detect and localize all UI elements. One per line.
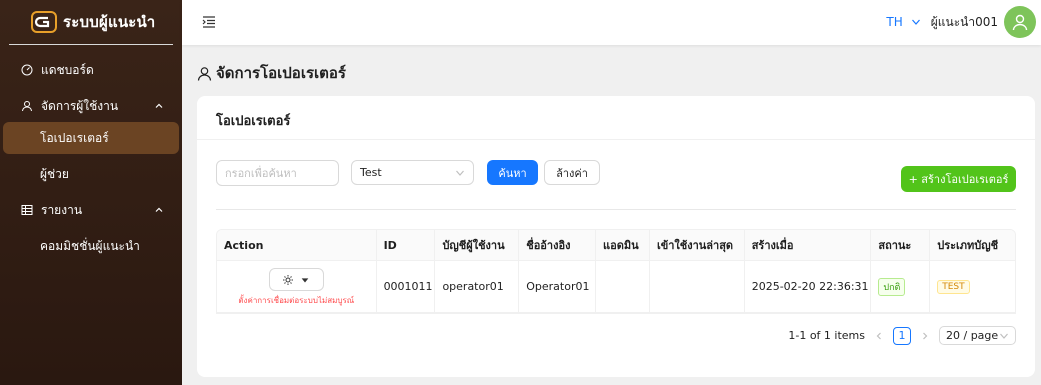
sidebar: ระบบผู้แนะนำ แดชบอร์ด จัดการผู้ใช้งาน โอ… [0,0,182,385]
chevron-up-icon [155,207,163,212]
select-value: Test [360,166,382,179]
account-type-badge: TEST [937,279,970,294]
create-operator-button[interactable]: + สร้างโอเปอเรเตอร์ [901,166,1016,192]
avatar[interactable] [1004,6,1036,38]
table-icon [20,203,34,217]
sidebar-item-assistants[interactable]: ผู้ช่วย [0,158,182,190]
column-header: บัญชีผู้ใช้งาน [435,230,520,260]
operators-table: Action ID บัญชีผู้ใช้งาน ชื่ออ้างอิง แอด… [216,229,1016,314]
account-type-select[interactable]: Test [351,160,474,185]
user-avatar-icon [1012,14,1028,31]
column-header: สถานะ [871,230,931,260]
search-button[interactable]: ค้นหา [487,160,538,185]
divider [216,209,1016,210]
user-icon [20,99,34,113]
sidebar-item-operators[interactable]: โอเปอเรเตอร์ [3,122,179,154]
page-size-value: 20 / page [946,329,999,342]
cell-account: operator01 [435,261,520,312]
menu-fold-icon[interactable] [202,15,216,29]
clear-button[interactable]: ล้างค่า [544,160,600,185]
chevron-down-icon [1000,333,1008,339]
top-header: TH ผู้แนะนำ001 [182,0,1041,45]
sidebar-item-label: ผู้ช่วย [40,166,69,181]
column-header: เข้าใช้งานล่าสุด [650,230,745,260]
page-number-current[interactable]: 1 [893,326,911,345]
column-header: แอดมิน [596,230,650,260]
cell-ref-name: Operator01 [519,261,597,312]
table-row: ตั้งค่าการเชื่อมต่อระบบไม่สมบูรณ์ 000101… [217,261,1015,313]
pagination: 1-1 of 1 items 1 20 / page [788,326,1016,345]
sidebar-item-label: รายงาน [41,202,83,217]
sidebar-item-dashboard[interactable]: แดชบอร์ด [0,54,182,86]
column-header: Action [217,230,377,260]
sidebar-item-label: โอเปอเรเตอร์ [40,130,109,145]
search-input[interactable]: กรอกเพื่อค้นหา [216,160,339,186]
language-selector[interactable]: TH [886,15,902,29]
gear-icon [283,274,294,285]
sidebar-item-reports[interactable]: รายงาน [0,194,182,226]
cell-created: 2025-02-20 22:36:31 [745,261,872,312]
chevron-down-icon [456,170,464,176]
brand: ระบบผู้แนะนำ [9,0,173,45]
caret-down-icon [301,277,309,282]
action-cell: ตั้งค่าการเชื่อมต่อระบบไม่สมบูรณ์ [217,261,377,312]
card-title: โอเปอเรเตอร์ [197,96,1035,140]
chevron-down-icon[interactable] [911,17,921,27]
cell-id: 0001011 [377,261,436,312]
row-action-dropdown-button[interactable] [268,268,324,291]
sidebar-item-label: คอมมิชชั่นผู้แนะนำ [40,238,140,253]
sidebar-item-commission[interactable]: คอมมิชชั่นผู้แนะนำ [0,230,182,262]
page-size-select[interactable]: 20 / page [939,326,1016,345]
cell-status: ปกติ [871,261,931,312]
page-title-text: จัดการโอเปอเรเตอร์ [216,64,346,82]
username[interactable]: ผู้แนะนำ001 [931,13,998,32]
column-header: ประเภทบัญชี [937,239,999,252]
table-header-row: Action ID บัญชีผู้ใช้งาน ชื่ออ้างอิง แอด… [217,230,1015,261]
brand-title: ระบบผู้แนะนำ [63,13,156,31]
sidebar-item-label: จัดการผู้ใช้งาน [41,98,119,113]
connection-warning: ตั้งค่าการเชื่อมต่อระบบไม่สมบูรณ์ [238,296,355,305]
sidebar-nav: แดชบอร์ด จัดการผู้ใช้งาน โอเปอเรเตอร์ ผู… [0,54,182,262]
cell-last-login [650,261,745,312]
cell-account-type: TEST [930,261,1015,312]
chevron-up-icon [155,103,163,108]
dashboard-icon [20,63,34,77]
user-icon [197,66,212,81]
sidebar-item-user-management[interactable]: จัดการผู้ใช้งาน [0,90,182,122]
column-header: ชื่ออ้างอิง [519,230,597,260]
pagination-summary: 1-1 of 1 items [788,329,865,342]
cell-admin [596,261,650,312]
next-page-icon[interactable] [919,330,931,342]
operators-card: โอเปอเรเตอร์ กรอกเพื่อค้นหา Test ค้นหา ล… [197,96,1035,377]
header-user-area: TH ผู้แนะนำ001 [886,6,1036,38]
prev-page-icon[interactable] [873,330,885,342]
column-header: สร้างเมื่อ [745,230,872,260]
column-header: ID [377,230,436,260]
sidebar-item-label: แดชบอร์ด [41,62,94,77]
page-title: จัดการโอเปอเรเตอร์ [197,61,346,85]
brand-logo-icon [31,11,57,33]
status-badge: ปกติ [878,277,906,296]
